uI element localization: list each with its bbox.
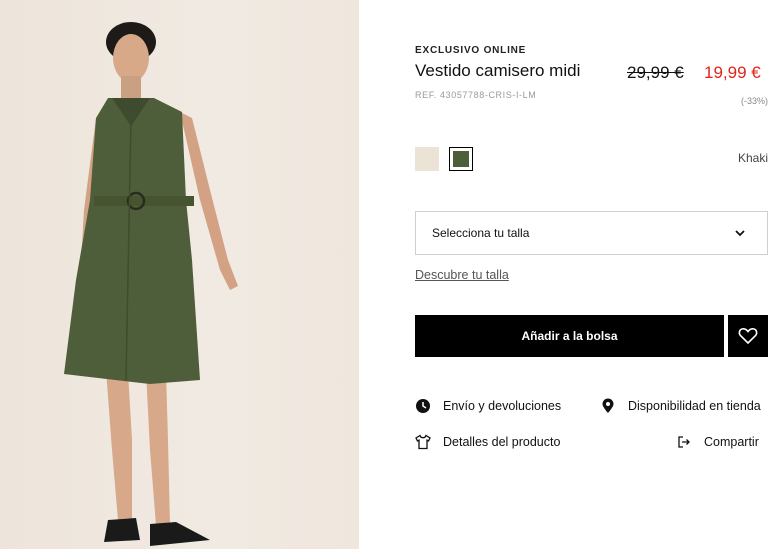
heart-icon <box>738 327 758 345</box>
online-exclusive-tag: EXCLUSIVO ONLINE <box>415 45 527 56</box>
shipping-returns-label: Envío y devoluciones <box>443 399 562 413</box>
add-to-bag-button[interactable]: Añadir a la bolsa <box>415 315 724 357</box>
color-swatch-cream[interactable] <box>415 147 439 171</box>
share-label: Compartir <box>704 435 759 449</box>
product-title: Vestido camisero midi <box>415 61 581 80</box>
size-select-label: Selecciona tu talla <box>432 226 530 240</box>
product-reference: REF. 43057788-CRIS-I-LM <box>415 90 537 100</box>
store-availability-label: Disponibilidad en tienda <box>628 399 761 413</box>
tshirt-icon <box>415 434 431 450</box>
product-details-label: Detalles del producto <box>443 435 561 449</box>
shipping-returns-link[interactable]: Envío y devoluciones <box>415 398 561 414</box>
product-image[interactable] <box>0 0 359 549</box>
share-link[interactable]: Compartir <box>676 434 759 450</box>
wishlist-button[interactable] <box>728 315 768 357</box>
size-select[interactable]: Selecciona tu talla <box>415 211 768 255</box>
product-info: EXCLUSIVO ONLINE Vestido camisero midi R… <box>415 0 768 549</box>
selected-color-name: Khaki <box>737 151 768 165</box>
store-availability-link[interactable]: Disponibilidad en tienda <box>600 398 761 414</box>
product-details-link[interactable]: Detalles del producto <box>415 434 560 450</box>
discount-badge: (-33%) <box>740 96 768 106</box>
sale-price: 19,99 € <box>704 63 761 82</box>
color-swatch-khaki[interactable] <box>449 147 473 171</box>
size-guide-link[interactable]: Descubre tu talla <box>415 268 509 282</box>
original-price: 29,99 € <box>627 63 684 82</box>
share-icon <box>676 434 692 450</box>
location-pin-icon <box>600 398 616 414</box>
clock-icon <box>415 398 431 414</box>
model-illustration <box>64 22 238 546</box>
chevron-down-icon <box>735 230 745 237</box>
